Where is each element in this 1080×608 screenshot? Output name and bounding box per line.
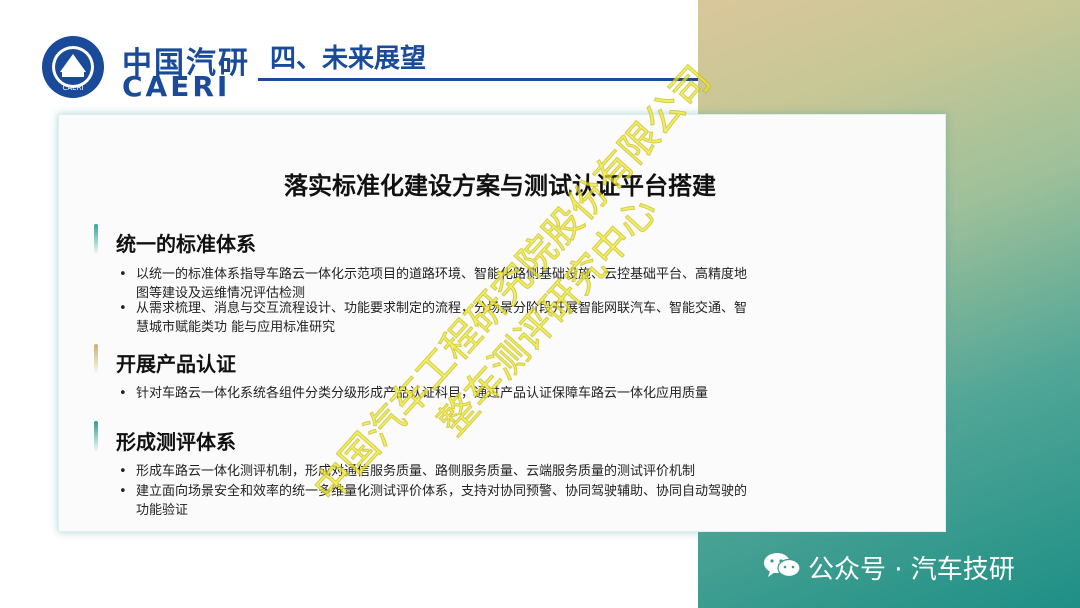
- section-heading-standards: 统一的标准体系: [116, 232, 256, 256]
- bullet-item: • 形成车路云一体化测评机制，形成对通信服务质量、路侧服务质量、云端服务质量的测…: [119, 464, 696, 479]
- caeri-emblem-icon: CAERI: [42, 36, 104, 98]
- section-heading-evaluation: 形成测评体系: [116, 430, 236, 454]
- logo-english-name: CAERI: [122, 70, 231, 103]
- bullet-item: • 以统一的标准体系指导车路云一体化示范项目的道路环境、智能化路侧基础设施、云控…: [119, 267, 748, 301]
- main-title: 落实标准化建设方案与测试认证平台搭建: [284, 172, 716, 200]
- section-title: 四、未来展望: [270, 44, 427, 74]
- section-accent-bar-3: [94, 421, 98, 453]
- bullet-item: • 针对车路云一体化系统各组件分类分级形成产品认证科目，通过产品认证保障车路云一…: [119, 386, 709, 401]
- footer-account-name: 公众号 · 汽车技研: [808, 555, 1015, 585]
- section-accent-bar-2: [94, 344, 98, 376]
- svg-text:CAERI: CAERI: [62, 84, 83, 92]
- bullet-dot: •: [119, 301, 127, 316]
- bullet-dot: •: [119, 386, 127, 401]
- bullet-item: • 建立面向场景安全和效率的统一多维量化测试评价体系，支持对协同预警、协同驾驶辅…: [119, 484, 748, 518]
- bullet-item: • 从需求梳理、消息与交互流程设计、功能要求制定的流程，分场景分阶段开展智能网联…: [119, 301, 748, 335]
- section-accent-bar-1: [94, 224, 98, 256]
- wechat-icon: [762, 551, 802, 579]
- bullet-dot: •: [119, 267, 127, 282]
- bullet-dot: •: [119, 484, 127, 499]
- section-heading-certification: 开展产品认证: [116, 352, 236, 376]
- bullet-dot: •: [119, 464, 127, 479]
- title-underline: [258, 78, 698, 81]
